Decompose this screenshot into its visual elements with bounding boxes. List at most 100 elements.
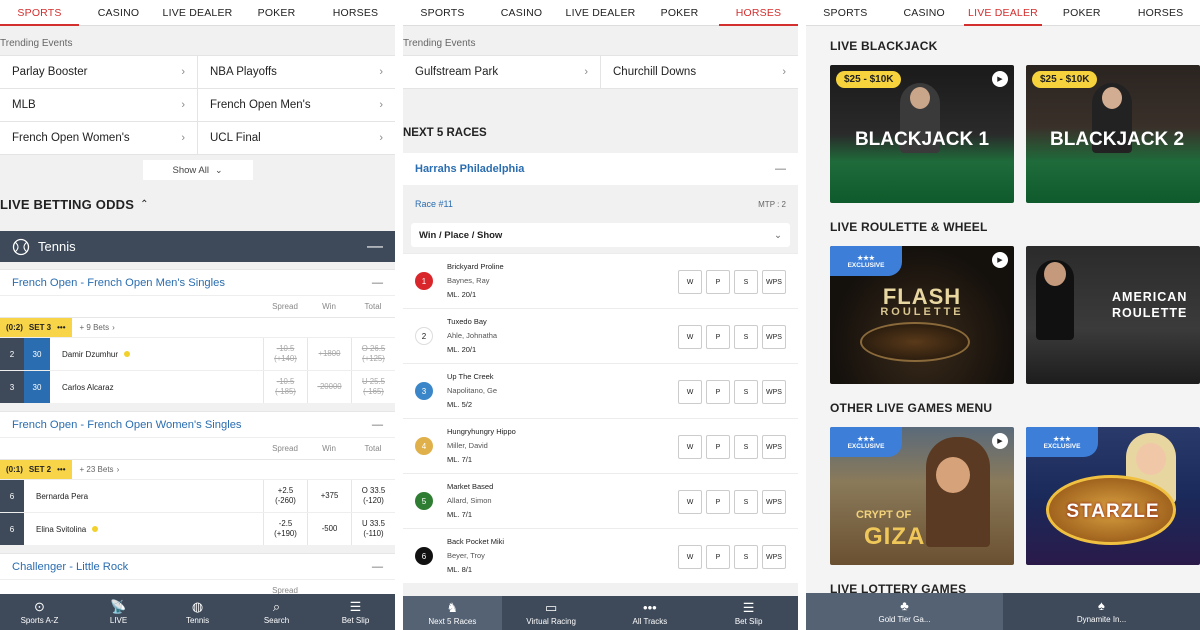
play-icon[interactable]: ▶ — [992, 252, 1008, 268]
nav-search[interactable]: ⌕ Search — [237, 594, 316, 630]
game-tile[interactable]: ★★★ EXCLUSIVE STARZLE — [1026, 427, 1200, 565]
collapse-icon[interactable]: — — [367, 238, 383, 256]
bet-button-wps[interactable]: WPS — [762, 270, 786, 294]
tab-casino[interactable]: CASINO — [482, 0, 561, 25]
nav-next-5-races[interactable]: ♞ Next 5 Races — [403, 596, 502, 630]
spread-odds[interactable]: -10.5 (+140) — [263, 338, 307, 370]
bet-button-s[interactable]: S — [734, 490, 758, 514]
collapse-icon[interactable]: — — [372, 561, 383, 573]
spread-odds[interactable]: +2.5 (-260) — [263, 480, 307, 512]
total-odds[interactable]: O 26.5 (+125) — [351, 338, 395, 370]
collapse-icon[interactable]: — — [372, 277, 383, 289]
win-odds[interactable]: +375 — [307, 480, 351, 512]
bet-type-select[interactable]: Win / Place / Show ⌄ — [411, 223, 790, 247]
bet-button-w[interactable]: W — [678, 380, 702, 404]
competition-header[interactable]: Challenger - Little Rock — — [0, 553, 395, 579]
tab-sports[interactable]: SPORTS — [0, 0, 79, 26]
win-odds[interactable]: +1800 — [307, 338, 351, 370]
bet-button-s[interactable]: S — [734, 435, 758, 459]
nav-all-tracks[interactable]: ••• All Tracks — [601, 596, 700, 630]
bet-button-wps[interactable]: WPS — [762, 325, 786, 349]
game-tile[interactable]: ★★★ EXCLUSIVE ▶ FLASH ROULETTE — [830, 246, 1014, 384]
nav-virtual-racing[interactable]: ▭ Virtual Racing — [502, 596, 601, 630]
play-icon[interactable]: ▶ — [992, 71, 1008, 87]
bet-button-wps[interactable]: WPS — [762, 435, 786, 459]
exclusive-badge: ★★★ EXCLUSIVE — [1026, 427, 1098, 457]
bet-button-p[interactable]: P — [706, 545, 730, 569]
total-odds[interactable]: O 33.5 (-120) — [351, 480, 395, 512]
trending-item[interactable]: Parlay Booster › — [0, 56, 197, 88]
tab-live-dealer[interactable]: LIVE DEALER — [561, 0, 640, 25]
bet-button-s[interactable]: S — [734, 270, 758, 294]
more-icon: ••• — [57, 465, 66, 474]
bet-button-p[interactable]: P — [706, 270, 730, 294]
spread-odds[interactable]: -2.5 (+190) — [263, 513, 307, 545]
trending-item[interactable]: French Open Women's › — [0, 122, 197, 154]
bet-button-s[interactable]: S — [734, 545, 758, 569]
bet-button-p[interactable]: P — [706, 435, 730, 459]
tab-horses[interactable]: HORSES — [719, 0, 798, 26]
game-score: 30 — [24, 371, 50, 403]
track-header[interactable]: Harrahs Philadelphia — — [403, 153, 798, 185]
competition-header[interactable]: French Open - French Open Men's Singles — — [0, 269, 395, 295]
bet-button-p[interactable]: P — [706, 325, 730, 349]
game-tile[interactable]: $25 - $10K ▶ BLACKJACK 1 — [830, 65, 1014, 203]
trending-item[interactable]: French Open Men's › — [198, 89, 395, 121]
tab-poker[interactable]: POKER — [1042, 0, 1121, 25]
tab-sports[interactable]: SPORTS — [806, 0, 885, 25]
trending-item[interactable]: NBA Playoffs › — [198, 56, 395, 88]
collapse-icon[interactable]: — — [775, 163, 786, 175]
bet-button-wps[interactable]: WPS — [762, 380, 786, 404]
tab-live-dealer[interactable]: LIVE DEALER — [158, 0, 237, 25]
nav-sports-az[interactable]: ⊙ Sports A-Z — [0, 594, 79, 630]
bet-button-wps[interactable]: WPS — [762, 490, 786, 514]
bet-button-p[interactable]: P — [706, 380, 730, 404]
bet-button-w[interactable]: W — [678, 490, 702, 514]
tab-horses[interactable]: HORSES — [316, 0, 395, 25]
tab-horses[interactable]: HORSES — [1121, 0, 1200, 25]
nav-bet-slip[interactable]: ☰ Bet Slip — [316, 594, 395, 630]
collapse-icon[interactable]: — — [372, 419, 383, 431]
tab-poker[interactable]: POKER — [237, 0, 316, 25]
bet-button-w[interactable]: W — [678, 545, 702, 569]
total-odds[interactable]: U 33.5 (-110) — [351, 513, 395, 545]
tab-poker[interactable]: POKER — [640, 0, 719, 25]
chevron-up-icon[interactable]: ⌃ — [140, 199, 148, 210]
tab-live-dealer[interactable]: LIVE DEALER — [963, 0, 1043, 26]
bet-button-s[interactable]: S — [734, 325, 758, 349]
nav-gold-tier[interactable]: ♣ Gold Tier Ga... — [806, 593, 1003, 630]
race-header: Race #11 MTP : 2 — [403, 185, 798, 223]
chevron-right-icon: › — [379, 132, 383, 144]
tab-casino[interactable]: CASINO — [885, 0, 964, 25]
tab-sports[interactable]: SPORTS — [403, 0, 482, 25]
nav-live[interactable]: 📡 LIVE — [79, 594, 158, 630]
win-odds[interactable]: -20000 — [307, 371, 351, 403]
win-odds[interactable]: -500 — [307, 513, 351, 545]
game-tile[interactable]: $25 - $10K BLACKJACK 2 — [1026, 65, 1200, 203]
total-odds[interactable]: U 25.5 (-165) — [351, 371, 395, 403]
trending-item[interactable]: Gulfstream Park › — [403, 56, 600, 88]
bet-button-w[interactable]: W — [678, 270, 702, 294]
show-all-button[interactable]: Show All ⌄ — [142, 160, 253, 180]
game-tile[interactable]: AMERICAN ROULETTE — [1026, 246, 1200, 384]
trending-item[interactable]: Churchill Downs › — [601, 56, 798, 88]
morning-line: ML. 5/2 — [447, 400, 473, 409]
trending-item[interactable]: UCL Final › — [198, 122, 395, 154]
competition-header[interactable]: French Open - French Open Women's Single… — [0, 411, 395, 437]
more-bets-link[interactable]: + 23 Bets — [72, 465, 114, 474]
nav-dynamite[interactable]: ♠ Dynamite In... — [1003, 593, 1200, 630]
trending-item[interactable]: MLB › — [0, 89, 197, 121]
bet-button-w[interactable]: W — [678, 325, 702, 349]
game-tile[interactable]: ★★★ EXCLUSIVE ▶ CRYPT OF GIZA — [830, 427, 1014, 565]
spread-odds[interactable]: -10.5 (-185) — [263, 371, 307, 403]
play-icon[interactable]: ▶ — [992, 433, 1008, 449]
bet-button-s[interactable]: S — [734, 380, 758, 404]
tab-casino[interactable]: CASINO — [79, 0, 158, 25]
nav-bet-slip[interactable]: ☰ Bet Slip — [699, 596, 798, 630]
bet-button-wps[interactable]: WPS — [762, 545, 786, 569]
sport-header[interactable]: Tennis — — [0, 231, 395, 262]
nav-tennis[interactable]: ◍ Tennis — [158, 594, 237, 630]
bet-button-p[interactable]: P — [706, 490, 730, 514]
more-bets-link[interactable]: + 9 Bets — [72, 323, 110, 332]
bet-button-w[interactable]: W — [678, 435, 702, 459]
